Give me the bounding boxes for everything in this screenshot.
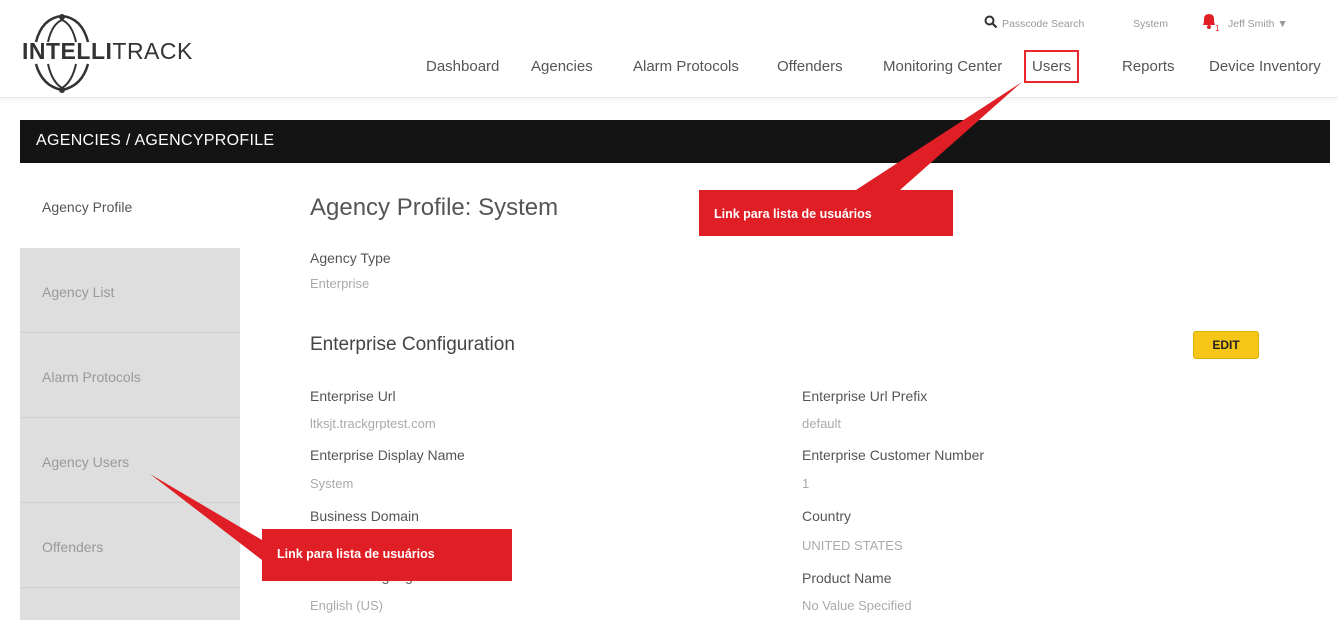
callout-text: Link para lista de usuários	[714, 207, 872, 221]
callout-agency-users-link: Link para lista de usuários	[262, 529, 512, 581]
annotation-arrows	[150, 82, 1022, 560]
arrow-to-users-nav	[856, 82, 1022, 190]
arrow-to-agency-users	[150, 474, 262, 560]
callout-text: Link para lista de usuários	[277, 547, 435, 561]
callout-users-link: Link para lista de usuários	[699, 190, 953, 236]
